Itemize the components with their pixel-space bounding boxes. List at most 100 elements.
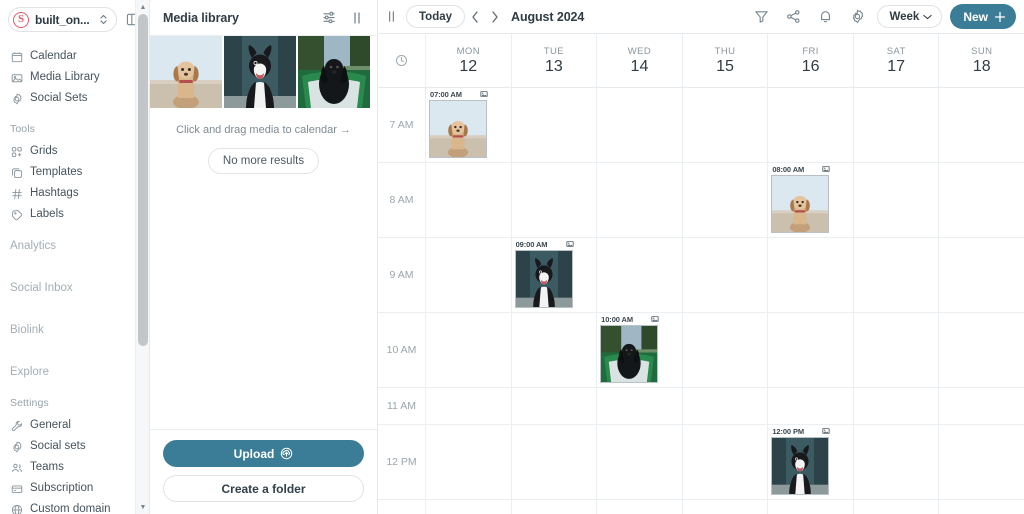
calendar-event[interactable]: 09:00 AM xyxy=(514,240,575,308)
new-button[interactable]: New xyxy=(950,4,1016,30)
sidebar-item-explore[interactable]: Explore xyxy=(0,362,149,383)
panel-collapse-icon[interactable] xyxy=(347,8,367,28)
sidebar-item-templates[interactable]: Templates xyxy=(0,162,149,183)
calendar-cell[interactable] xyxy=(683,312,769,387)
sidebar-item-calendar[interactable]: Calendar xyxy=(0,46,149,67)
calendar-cell[interactable]: 09:00 AM xyxy=(512,237,598,312)
calendar-cell[interactable] xyxy=(683,237,769,312)
event-thumbnail[interactable] xyxy=(771,174,830,233)
calendar-cell[interactable] xyxy=(854,87,940,162)
calendar-cell[interactable] xyxy=(512,424,598,499)
sidebar-item-media-library[interactable]: Media Library xyxy=(0,67,149,88)
calendar-cell[interactable] xyxy=(597,424,683,499)
calendar-cell[interactable] xyxy=(426,312,512,387)
calendar-cell[interactable]: 08:00 AM xyxy=(768,162,854,237)
calendar-event[interactable]: 07:00 AM xyxy=(429,90,489,158)
event-thumbnail[interactable] xyxy=(771,436,830,495)
calendar-cell[interactable] xyxy=(597,237,683,312)
sidebar-item-labels[interactable]: Labels xyxy=(0,204,149,225)
calendar-cell[interactable] xyxy=(512,499,598,514)
scroll-down-icon[interactable]: ▼ xyxy=(136,500,149,514)
no-more-results-button[interactable]: No more results xyxy=(207,148,320,174)
sidebar-item-analytics[interactable]: Analytics xyxy=(0,236,149,257)
day-header-cell[interactable]: WED 14 xyxy=(597,34,683,87)
sidebar-item-general[interactable]: General xyxy=(0,415,149,436)
create-folder-button[interactable]: Create a folder xyxy=(163,475,364,502)
event-thumbnail[interactable] xyxy=(429,99,487,158)
chevron-left-icon[interactable] xyxy=(465,6,485,28)
calendar-cell[interactable] xyxy=(683,387,769,424)
calendar-event[interactable]: 12:00 PM xyxy=(771,427,831,495)
chevron-right-icon[interactable] xyxy=(485,6,505,28)
calendar-cell[interactable] xyxy=(939,163,1024,237)
calendar-cell[interactable] xyxy=(854,237,940,312)
calendar-event[interactable]: 08:00 AM xyxy=(771,165,831,233)
calendar-cell[interactable] xyxy=(768,87,854,162)
calendar-cell[interactable] xyxy=(597,387,683,424)
calendar-cell[interactable] xyxy=(426,499,512,514)
media-thumbnail[interactable] xyxy=(298,36,370,108)
sidebar-item-social-sets[interactable]: Social Sets xyxy=(0,88,149,109)
calendar-cell[interactable] xyxy=(597,87,683,162)
event-thumbnail[interactable] xyxy=(514,249,573,308)
calendar-cell[interactable] xyxy=(768,312,854,387)
scrollbar-thumb[interactable] xyxy=(138,14,148,346)
sidebar-item-teams[interactable]: Teams xyxy=(0,457,149,478)
calendar-cell[interactable] xyxy=(939,88,1024,162)
sidebar-item-grids[interactable]: Grids xyxy=(0,141,149,162)
day-header-cell[interactable]: MON 12 xyxy=(426,34,512,87)
sidebar-item-biolink[interactable]: Biolink xyxy=(0,320,149,341)
calendar-cell[interactable] xyxy=(683,499,769,514)
calendar-cell[interactable] xyxy=(939,388,1024,424)
calendar-cell[interactable] xyxy=(512,87,598,162)
sidebar-item-social-sets-settings[interactable]: Social sets xyxy=(0,436,149,457)
day-header-cell[interactable]: THU 15 xyxy=(683,34,769,87)
calendar-cell[interactable] xyxy=(768,237,854,312)
sidebar-item-subscription[interactable]: Subscription xyxy=(0,478,149,499)
calendar-cell[interactable] xyxy=(854,312,940,387)
calendar-cell[interactable] xyxy=(683,424,769,499)
event-thumbnail[interactable] xyxy=(600,324,659,383)
calendar-cell[interactable] xyxy=(512,162,598,237)
calendar-cell[interactable] xyxy=(512,387,598,424)
share-icon[interactable] xyxy=(783,7,803,27)
sliders-icon[interactable] xyxy=(319,8,339,28)
calendar-panel-collapse-icon[interactable] xyxy=(382,7,400,27)
calendar-cell[interactable] xyxy=(939,500,1024,514)
calendar-event[interactable]: 10:00 AM xyxy=(600,315,660,383)
sidebar-item-social-inbox[interactable]: Social Inbox xyxy=(0,278,149,299)
filter-icon[interactable] xyxy=(751,7,771,27)
today-button[interactable]: Today xyxy=(406,5,466,29)
calendar-cell[interactable] xyxy=(597,162,683,237)
day-header-cell[interactable]: TUE 13 xyxy=(512,34,598,87)
calendar-cell[interactable]: 07:00 AM xyxy=(426,87,512,162)
calendar-cell[interactable] xyxy=(426,162,512,237)
upload-button[interactable]: Upload xyxy=(163,440,364,467)
calendar-cell[interactable] xyxy=(939,313,1024,387)
media-thumbnail[interactable] xyxy=(224,36,296,108)
calendar-cell[interactable] xyxy=(854,499,940,514)
calendar-cell[interactable] xyxy=(426,387,512,424)
calendar-cell[interactable] xyxy=(683,162,769,237)
calendar-cell[interactable] xyxy=(854,162,940,237)
sidebar-item-custom-domain[interactable]: Custom domain xyxy=(0,499,149,514)
calendar-cell[interactable] xyxy=(426,424,512,499)
calendar-cell[interactable] xyxy=(426,237,512,312)
scroll-up-icon[interactable]: ▲ xyxy=(136,0,149,14)
calendar-cell[interactable]: 10:00 AM xyxy=(597,312,683,387)
gear-icon[interactable] xyxy=(847,7,867,27)
calendar-cell[interactable] xyxy=(683,87,769,162)
day-header-cell[interactable]: FRI 16 xyxy=(768,34,854,87)
sidebar-scrollbar[interactable]: ▲ ▼ xyxy=(135,0,149,514)
calendar-cell[interactable] xyxy=(512,312,598,387)
sidebar-item-hashtags[interactable]: Hashtags xyxy=(0,183,149,204)
calendar-cell[interactable] xyxy=(939,238,1024,312)
media-thumbnail[interactable] xyxy=(150,36,222,108)
day-header-cell[interactable]: SUN 18 xyxy=(939,34,1024,86)
bell-icon[interactable] xyxy=(815,7,835,27)
calendar-cell[interactable] xyxy=(854,387,940,424)
calendar-time-grid[interactable]: 7 AM 07:00 AM 8 AM 08:00 AM 9 AM 09:00 AM 10 A… xyxy=(378,87,1024,514)
calendar-cell[interactable] xyxy=(939,425,1024,499)
view-selector[interactable]: Week xyxy=(877,5,943,29)
calendar-cell[interactable]: 12:00 PM xyxy=(768,424,854,499)
